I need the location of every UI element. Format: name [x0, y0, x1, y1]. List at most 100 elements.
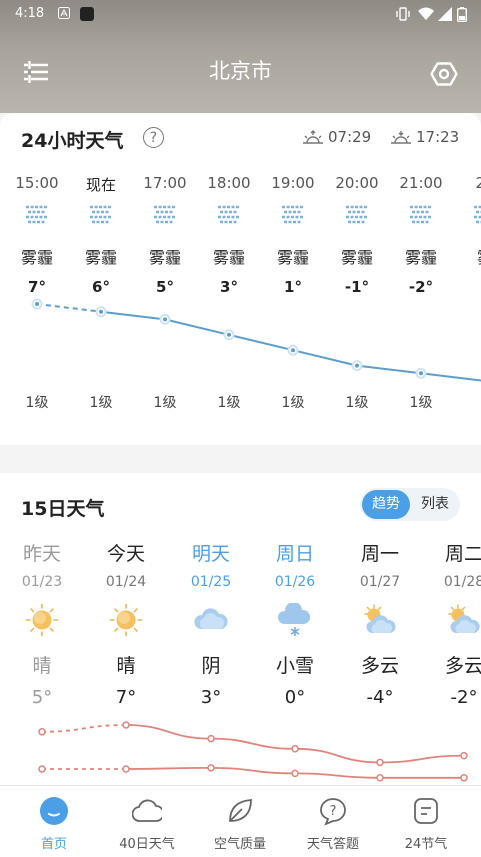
hourly-weather: 雾霾 — [212, 248, 245, 267]
daily-low-line-segment — [294, 772, 381, 779]
list-toggle-button[interactable]: 列表 — [412, 490, 458, 519]
nav-item[interactable]: 首页 — [6, 786, 102, 857]
hourly-line-segment — [356, 364, 422, 375]
bottom-nav: 首页 40日天气 空气质量 ? 天气答题 24节气 — [0, 785, 481, 857]
daily-item[interactable]: 昨天 01/23 晴 5° — [0, 539, 84, 714]
signal-icon — [438, 7, 452, 21]
daily-weather: 阴 — [201, 655, 221, 677]
daily-high-line-point — [291, 745, 299, 753]
haze-icon — [154, 205, 176, 224]
haze-icon — [218, 205, 240, 224]
daily-date: 01/23 — [21, 574, 63, 590]
hourly-title: 24小时天气 — [21, 130, 124, 152]
hourly-time: 17:00 — [143, 174, 187, 192]
hourly-temp-point-dot — [163, 317, 167, 322]
hourly-temp: 1° — [284, 278, 302, 296]
note-icon — [414, 798, 438, 824]
hourly-temp: 7° — [28, 278, 46, 296]
sunset: 17:23 — [390, 128, 459, 146]
nav-item[interactable]: ? 天气答题 — [285, 786, 381, 857]
daily-high-line-point — [460, 751, 468, 760]
daily-day: 今天 — [106, 543, 145, 565]
question-bubble-icon: ? — [320, 798, 346, 826]
daily-weather: 晴 — [116, 655, 136, 677]
nav-item[interactable]: 空气质量 — [192, 786, 288, 857]
daily-item[interactable]: 今天 01/24 晴 7° — [84, 539, 168, 714]
hourly-temp: 6° — [92, 278, 110, 296]
daily-low-line-segment — [210, 767, 296, 775]
hourly-weather: 雾霾 — [148, 248, 181, 267]
status-time: 4:18 — [15, 6, 45, 21]
hourly-wind: 1级 — [25, 395, 49, 411]
haze-icon — [346, 205, 368, 224]
hourly-time: 18:00 — [207, 174, 251, 192]
partly-cloudy-icon — [364, 604, 396, 633]
hourly-time: 22 — [475, 174, 481, 192]
daily-day: 周一 — [360, 543, 399, 565]
sunrise: 07:29 — [302, 128, 371, 146]
hourly-line-segment — [228, 333, 294, 352]
daily-item[interactable]: 周二 01/28 多云 -2° — [422, 539, 481, 714]
daily-date: 01/25 — [190, 574, 232, 590]
hourly-weather: 雾霾 — [20, 248, 53, 267]
daily-weather: 多云 — [360, 655, 399, 677]
daily-date: 01/27 — [359, 574, 401, 590]
daily-low-line-point — [376, 774, 384, 782]
nav-item[interactable]: 40日天气 — [99, 786, 195, 857]
hourly-time: 21:00 — [399, 174, 443, 192]
hourly-temp-line — [31, 298, 481, 382]
hourly-time: 15:00 — [15, 174, 59, 192]
hourly-time: 20:00 — [335, 174, 379, 192]
daily-high-line-segment — [379, 754, 465, 764]
nav-label: 24节气 — [404, 837, 448, 852]
help-icon[interactable]: ? — [143, 127, 164, 148]
daily-item[interactable]: 周一 01/27 多云 -4° — [338, 539, 422, 714]
haze-icon — [410, 205, 432, 224]
sun-icon — [109, 603, 143, 637]
hourly-temp-point-dot — [35, 302, 39, 306]
vibrate-icon — [396, 7, 410, 21]
overcast-icon — [194, 608, 228, 629]
hourly-time: 现在 — [85, 176, 116, 194]
hourly-wind: 1级 — [409, 395, 433, 411]
daily-day: 昨天 — [22, 543, 61, 565]
city-title[interactable]: 北京市 — [0, 55, 481, 85]
daily-date: 01/26 — [274, 574, 316, 590]
hourly-temp-point-dot — [227, 332, 231, 337]
nav-item[interactable]: 24节气 — [378, 786, 474, 857]
daily-low-line-point — [122, 765, 130, 773]
hourly-wind: 1级 — [153, 395, 177, 411]
daily-high-line-segment — [41, 724, 127, 733]
daily-day: 周日 — [275, 543, 314, 565]
hourly-weather: 雾霾 — [340, 248, 373, 267]
haze-icon — [90, 205, 112, 224]
daily-high-line-segment — [294, 747, 381, 764]
daily-item[interactable]: 周日 01/26 小雪 0° — [253, 539, 337, 714]
hourly-line-segment — [100, 310, 166, 321]
daily-weather: 晴 — [32, 655, 52, 677]
nav-label: 空气质量 — [213, 837, 266, 852]
wifi-icon — [418, 7, 434, 20]
battery-icon — [457, 7, 467, 22]
daily-high-line-segment — [125, 724, 212, 740]
daily-weather: 多云 — [444, 655, 481, 677]
daily-item[interactable]: 明天 01/25 阴 3° — [169, 539, 253, 714]
daily-high-line-point — [38, 728, 46, 736]
sunrise-time: 07:29 — [328, 128, 372, 146]
haze-icon — [282, 205, 304, 224]
sunrise-icon — [303, 130, 323, 144]
sun-icon — [25, 603, 59, 637]
hourly-temp-point-dot — [419, 371, 423, 376]
view-toggle: 趋势 列表 — [360, 488, 460, 521]
hourly-wind: 1级 — [217, 395, 241, 411]
daily-low-line-point — [460, 774, 468, 782]
daily-low-line-point — [207, 764, 215, 772]
settings-icon[interactable] — [430, 60, 458, 88]
hourly-weather: 雾霾 — [404, 248, 437, 267]
daily-low-line-point — [38, 765, 46, 773]
status-bar: 4:18 — [0, 0, 481, 28]
hourly-wind: 1级 — [281, 395, 305, 411]
trend-toggle-button[interactable]: 趋势 — [362, 490, 410, 519]
daily-day: 明天 — [191, 543, 230, 565]
hourly-temp: 5° — [156, 278, 174, 296]
